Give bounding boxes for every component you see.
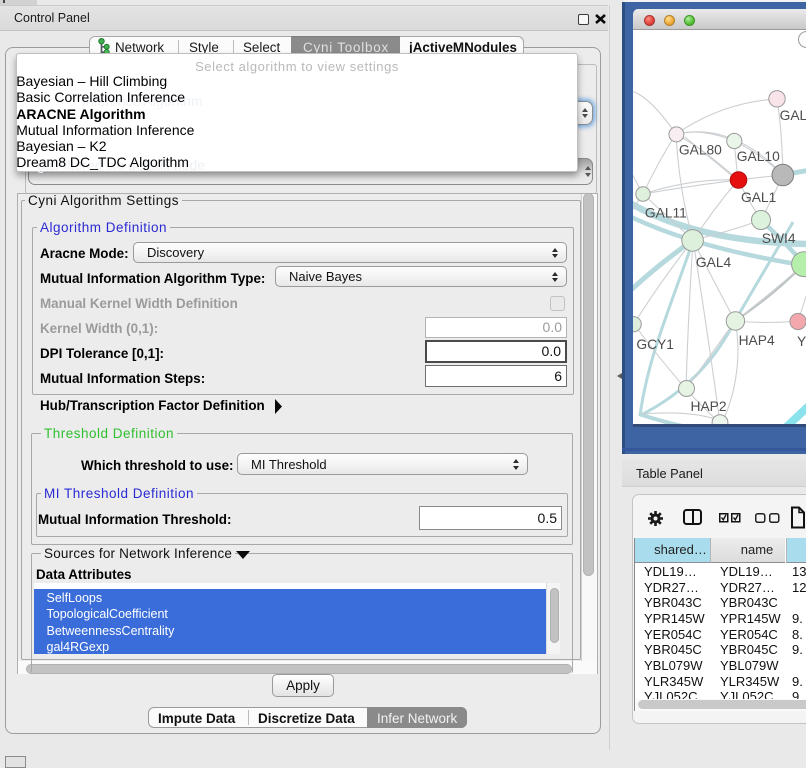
- svg-text:HAP2: HAP2: [691, 399, 727, 414]
- svg-text:SWI4: SWI4: [762, 231, 796, 246]
- svg-text:GAL: GAL: [780, 108, 806, 123]
- svg-text:Y: Y: [797, 334, 806, 349]
- svg-text:GAL11: GAL11: [645, 205, 687, 220]
- svg-text:GAL80: GAL80: [679, 143, 722, 158]
- svg-text:GCY1: GCY1: [636, 337, 674, 352]
- svg-text:GAL10: GAL10: [737, 149, 780, 164]
- svg-text:GAL1: GAL1: [741, 190, 776, 205]
- svg-text:HAP4: HAP4: [739, 333, 775, 348]
- svg-text:GAL4: GAL4: [696, 255, 732, 270]
